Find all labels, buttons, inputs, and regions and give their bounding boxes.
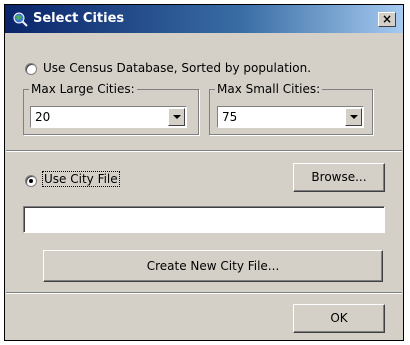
ok-button[interactable]: OK [293, 304, 385, 333]
max-large-label: Max Large Cities: [29, 82, 137, 96]
globe-magnifier-icon [13, 12, 28, 27]
chevron-down-icon[interactable] [345, 108, 362, 126]
chevron-down-icon[interactable] [168, 108, 185, 126]
max-small-value: 75 [222, 110, 238, 124]
max-large-value: 20 [35, 110, 51, 124]
max-large-select[interactable]: 20 [30, 106, 187, 128]
window-title: Select Cities [33, 11, 125, 26]
city-file-path-input[interactable] [23, 206, 385, 233]
title-bar[interactable]: Select Cities × [5, 5, 403, 33]
browse-button[interactable]: Browse... [293, 163, 385, 192]
max-small-select[interactable]: 75 [217, 106, 364, 128]
separator [6, 292, 402, 294]
select-cities-dialog: Select Cities × Use Census Database, Sor… [4, 4, 404, 341]
create-city-file-button[interactable]: Create New City File... [43, 250, 383, 282]
close-icon: × [381, 12, 393, 26]
max-small-label: Max Small Cities: [215, 82, 323, 96]
city-file-radio[interactable] [25, 175, 37, 187]
census-radio[interactable] [25, 63, 37, 75]
separator [6, 150, 402, 152]
close-button[interactable]: × [378, 12, 396, 27]
census-label: Use Census Database, Sorted by populatio… [43, 61, 312, 75]
city-file-label: Use City File [42, 171, 120, 187]
